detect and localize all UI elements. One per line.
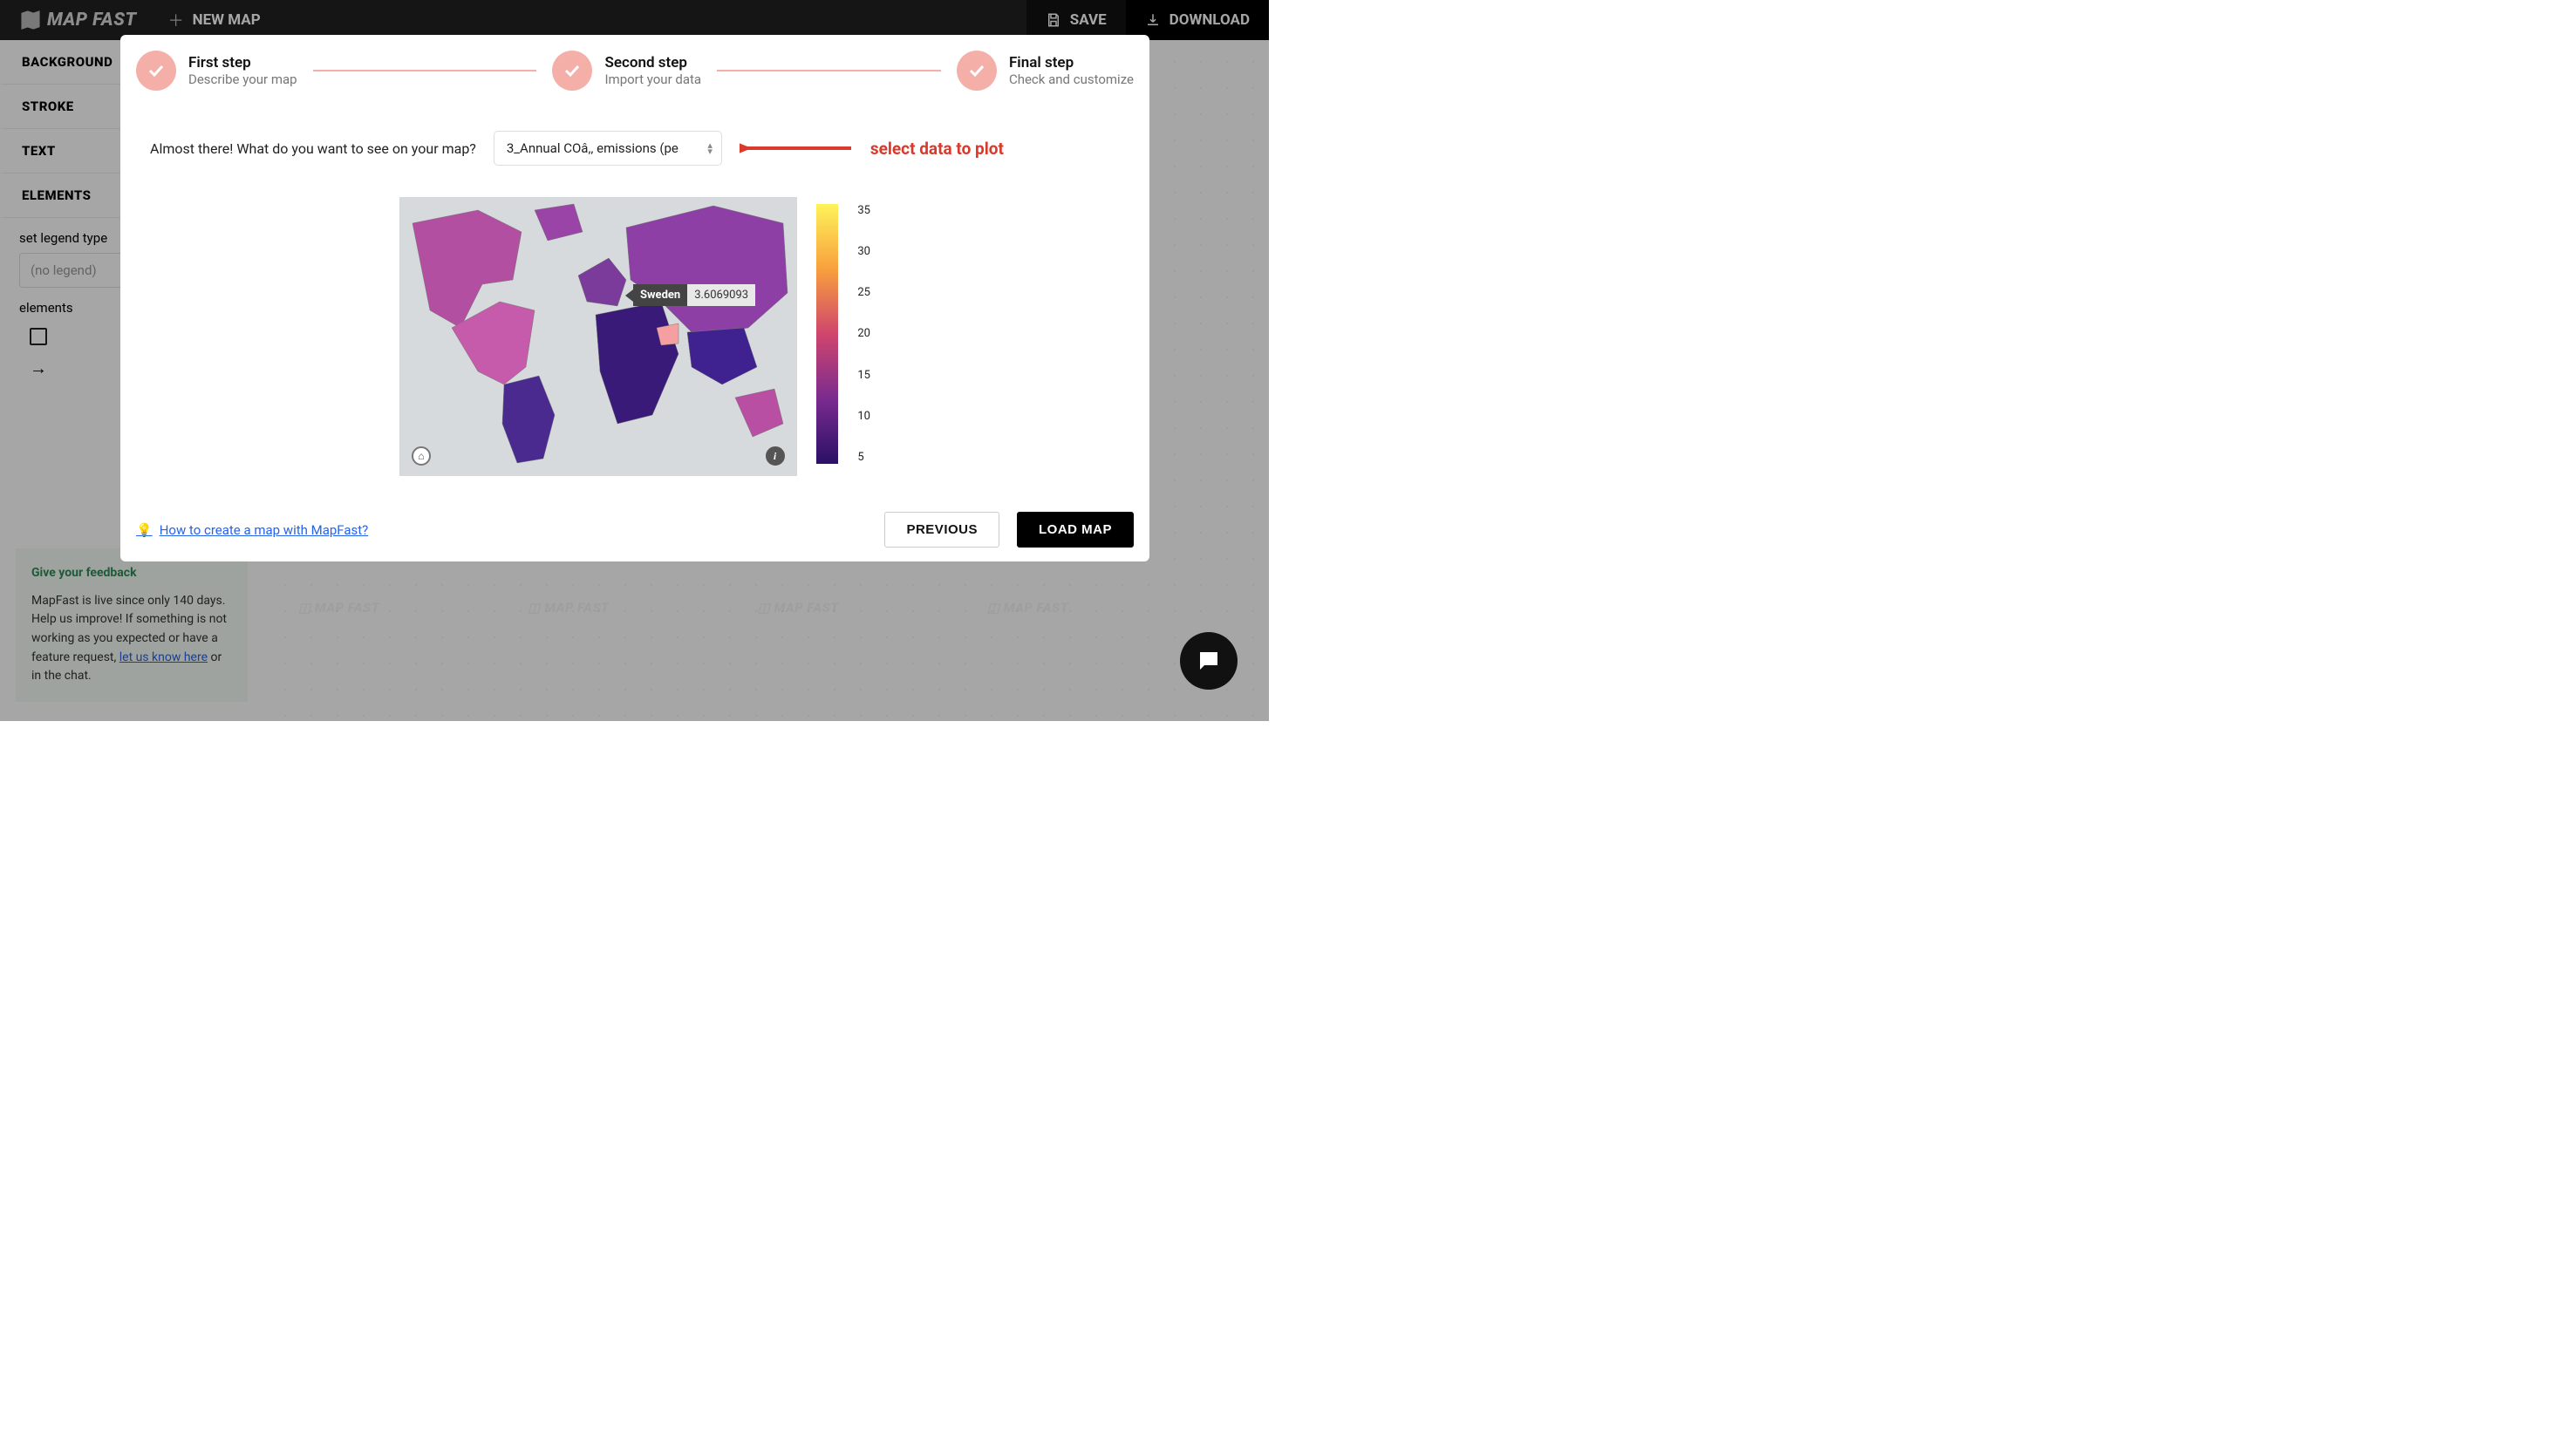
check-icon [552,51,592,91]
step-connector [717,70,941,71]
previous-button[interactable]: PREVIOUS [884,512,999,548]
legend-tick: 5 [857,451,870,464]
map-tooltip: Sweden 3.6069093 [625,284,755,306]
step1-title: First step [188,54,297,71]
step2-sub: Import your data [604,71,701,87]
legend-tick: 10 [857,410,870,423]
tooltip-value: 3.6069093 [687,284,755,306]
legend-tick: 15 [857,369,870,382]
step3-title: Final step [1009,54,1134,71]
map-reset-button[interactable]: ⌂ [412,446,431,466]
chat-icon [1196,648,1222,674]
step1-sub: Describe your map [188,71,297,87]
chevron-updown-icon: ▴▾ [707,142,713,154]
wizard-steps: First step Describe your map Second step… [136,51,1134,91]
help-link-text: How to create a map with MapFast? [160,522,369,538]
wizard-step-2: Second step Import your data [552,51,701,91]
data-column-value: 3_Annual COâ‚‚ emissions (pe [507,140,679,156]
step3-sub: Check and customize [1009,71,1134,87]
tooltip-country: Sweden [633,284,687,306]
help-link[interactable]: 💡 How to create a map with MapFast? [136,522,368,538]
wizard-modal: First step Describe your map Second step… [120,35,1149,561]
legend-tick: 25 [857,286,870,299]
wizard-step-3: Final step Check and customize [957,51,1134,91]
legend-tick: 30 [857,245,870,258]
check-icon [136,51,176,91]
color-legend-bar [816,204,839,464]
data-select-prompt: Almost there! What do you want to see on… [150,140,476,157]
wizard-step-1: First step Describe your map [136,51,297,91]
tooltip-pointer-icon [625,289,633,302]
color-legend-ticks: 35 30 25 20 15 10 5 [857,204,870,464]
legend-tick: 20 [857,327,870,340]
step-connector [313,70,537,71]
map-info-button[interactable]: i [766,446,785,466]
load-map-button[interactable]: LOAD MAP [1017,512,1134,548]
map-preview[interactable]: Sweden 3.6069093 ⌂ i [399,197,797,476]
chat-button[interactable] [1180,632,1238,690]
data-column-select[interactable]: 3_Annual COâ‚‚ emissions (pe ▴▾ [494,131,722,166]
map-preview-area: Sweden 3.6069093 ⌂ i 35 30 25 20 15 10 5 [399,197,870,476]
step2-title: Second step [604,54,701,71]
world-map-svg [399,197,797,476]
legend-tick: 35 [857,204,870,217]
annotation-text: select data to plot [870,139,1004,159]
annotation-arrow-icon [740,139,853,158]
lightbulb-icon: 💡 [136,522,153,538]
check-icon [957,51,997,91]
